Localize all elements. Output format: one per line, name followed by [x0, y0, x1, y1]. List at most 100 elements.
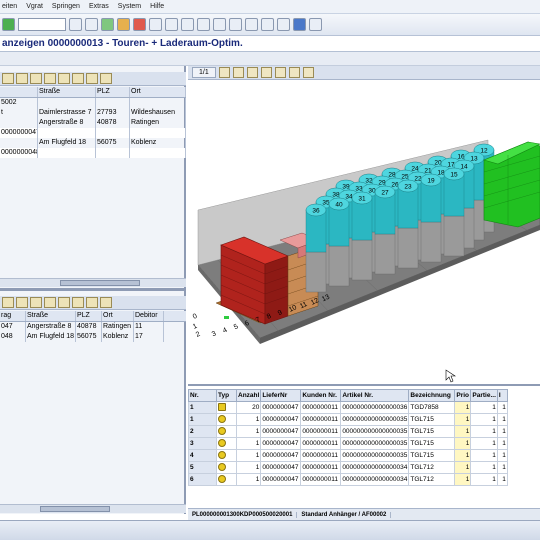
menu-item[interactable]: Extras: [89, 3, 109, 10]
table-row[interactable]: 0000000047: [0, 128, 186, 138]
next-page-icon[interactable]: [229, 18, 242, 31]
menu-item[interactable]: eiten: [2, 3, 17, 10]
new-session-icon[interactable]: [261, 18, 274, 31]
table-row[interactable]: 5 1 0000000047 0000000011 000000000000000034…: [188, 461, 508, 474]
table-cell: 1: [470, 401, 498, 414]
table-row[interactable]: 048 Am Flugfeld 18 56075 Koblenz 17: [0, 332, 186, 342]
table-cell: 0000000047: [260, 449, 302, 462]
table-row[interactable]: 1 1 0000000047 0000000011 000000000000000035…: [188, 413, 508, 426]
cylinder-label: 12: [480, 148, 488, 155]
column-header[interactable]: Partie...: [470, 389, 498, 402]
view-toolbar: 1/1: [188, 66, 540, 80]
column-header[interactable]: Anzahl: [235, 389, 262, 402]
print-list-icon[interactable]: [44, 297, 56, 308]
table-row[interactable]: t Daimlerstrasse 7 27793 Wildeshausen: [0, 108, 186, 118]
table-row[interactable]: 3 1 0000000047 0000000011 000000000000000035…: [188, 437, 508, 450]
menu-item[interactable]: Springen: [52, 3, 80, 10]
table-cell: TGD7858: [408, 401, 456, 414]
details-icon[interactable]: [86, 297, 98, 308]
find-icon[interactable]: [165, 18, 178, 31]
export-icon[interactable]: [58, 73, 70, 84]
table-row[interactable]: Am Flugfeld 18 56075 Koblenz: [0, 138, 186, 148]
prev-page-icon[interactable]: [213, 18, 226, 31]
column-header[interactable]: Typ: [216, 389, 237, 402]
print-list-icon[interactable]: [44, 73, 56, 84]
cylinder-label: 36: [312, 208, 320, 215]
left-bottom-scrollbar[interactable]: [0, 504, 186, 513]
column-header[interactable]: Kunden Nr.: [300, 389, 342, 402]
table-row[interactable]: 1 20 0000000047 0000000011 00000000000000003…: [188, 401, 508, 414]
zoom-icon[interactable]: [288, 67, 300, 78]
print-icon[interactable]: [149, 18, 162, 31]
color-icon[interactable]: [302, 67, 314, 78]
command-field[interactable]: [18, 18, 66, 31]
filter-icon[interactable]: [2, 73, 14, 84]
first-page-icon[interactable]: [197, 18, 210, 31]
refresh-icon[interactable]: [100, 297, 112, 308]
details-icon[interactable]: [86, 73, 98, 84]
layout-list-icon[interactable]: [72, 73, 84, 84]
column-header[interactable]: I: [496, 389, 508, 402]
layout-icon[interactable]: [309, 18, 322, 31]
move-icon[interactable]: [260, 67, 272, 78]
cylinder-label: 27: [381, 190, 389, 197]
truck-3d-svg[interactable]: 1216 1320 17 1424 21 1828 1525 2232 1929 2639 2333…: [188, 80, 540, 386]
scroll-thumb[interactable]: [40, 506, 110, 512]
panel-splitter[interactable]: [0, 288, 186, 291]
column-header[interactable]: rag: [0, 311, 26, 321]
enter-icon[interactable]: [2, 18, 15, 31]
sort-icon[interactable]: [16, 297, 28, 308]
left-top-scrollbar[interactable]: [0, 278, 186, 287]
load-space-3d-view[interactable]: 12 16 13 20 17 14 24 21 18 28 15 25 22 32 19 29 26 39 23 33…: [188, 80, 540, 386]
scroll-thumb[interactable]: [60, 280, 140, 286]
column-header[interactable]: Prio: [454, 389, 472, 402]
sum-icon[interactable]: [30, 73, 42, 84]
rotate-icon[interactable]: [274, 67, 286, 78]
exit-icon[interactable]: [117, 18, 130, 31]
table-row[interactable]: 4 1 0000000047 0000000011 000000000000000035…: [188, 449, 508, 462]
table-row[interactable]: 5002: [0, 98, 186, 108]
table-row[interactable]: 6 1 0000000047 0000000011 000000000000000034…: [188, 473, 508, 486]
dropdown-icon[interactable]: [69, 18, 82, 31]
column-header[interactable]: Bezeichnung: [408, 389, 456, 402]
column-header[interactable]: Nr.: [188, 389, 217, 402]
menu-item[interactable]: System: [118, 3, 141, 10]
column-header[interactable]: PLZ: [96, 87, 130, 97]
sum-icon[interactable]: [30, 297, 42, 308]
first-icon[interactable]: [218, 67, 230, 78]
find-next-icon[interactable]: [181, 18, 194, 31]
column-header[interactable]: PLZ: [76, 311, 102, 321]
left-panel: Straße PLZ Ort 5002 t Daimlerstrasse 7 27793 W…: [0, 66, 186, 514]
save-icon[interactable]: [85, 18, 98, 31]
column-header[interactable]: Straße: [26, 311, 76, 321]
table-row[interactable]: 047 Angerstraße 8 40878 Ratingen 11: [0, 322, 186, 332]
cancel-icon[interactable]: [133, 18, 146, 31]
refresh-icon[interactable]: [100, 73, 112, 84]
export-icon[interactable]: [58, 297, 70, 308]
column-header[interactable]: Straße: [38, 87, 96, 97]
last-page-icon[interactable]: [245, 18, 258, 31]
sort-icon[interactable]: [16, 73, 28, 84]
back-icon[interactable]: [101, 18, 114, 31]
menu-item[interactable]: Vgrat: [26, 3, 43, 10]
column-header[interactable]: Ort: [102, 311, 134, 321]
filter-icon[interactable]: [2, 297, 14, 308]
shortcut-icon[interactable]: [277, 18, 290, 31]
help-icon[interactable]: [293, 18, 306, 31]
column-header[interactable]: Artikel Nr.: [340, 389, 410, 402]
row-number: 4: [188, 449, 217, 462]
column-header[interactable]: Debitor: [134, 311, 164, 321]
menu-item[interactable]: Hilfe: [150, 3, 164, 10]
table-row[interactable]: 2 1 0000000047 0000000011 000000000000000035…: [188, 425, 508, 438]
table-cell: 000000000000000035: [340, 449, 410, 462]
bottom-scrollbar[interactable]: [0, 520, 540, 540]
hand-icon[interactable]: [246, 67, 258, 78]
column-header[interactable]: LieferNr: [260, 389, 302, 402]
table-row[interactable]: Angerstraße 8 40878 Ratingen: [0, 118, 186, 128]
last-icon[interactable]: [232, 67, 244, 78]
column-header[interactable]: [0, 87, 38, 97]
table-cell: TGL712: [408, 461, 456, 474]
table-row[interactable]: 0000000048: [0, 148, 186, 158]
column-header[interactable]: Ort: [130, 87, 186, 97]
layout-list-icon[interactable]: [72, 297, 84, 308]
